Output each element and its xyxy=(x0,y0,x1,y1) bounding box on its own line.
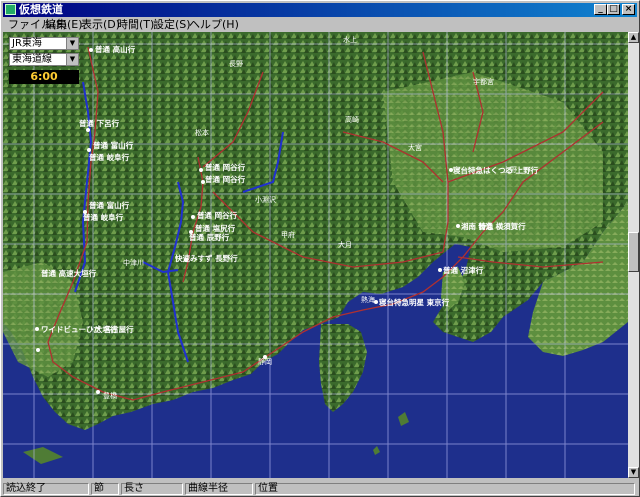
train-label[interactable]: 普通 塩尻行 xyxy=(195,223,236,233)
station-label: 熱海 xyxy=(361,295,375,304)
train-label[interactable]: 普通 横須賀行 xyxy=(478,221,526,231)
station-label: 静岡 xyxy=(258,357,272,366)
relief-map[interactable]: 普通 高山行 普通 下呂行 普通 富山行 普通 岐阜行 普通 富山行 普通 岐阜… xyxy=(3,32,628,478)
menu-settings[interactable]: 設定(S) xyxy=(153,18,191,31)
train-label[interactable]: 普通 富山行 xyxy=(93,140,134,150)
station-label: 松本 xyxy=(195,128,209,137)
train-label[interactable]: 寝台特急明星 東京行 xyxy=(379,297,450,307)
train-label[interactable]: 普通 沼津行 xyxy=(443,265,484,275)
status-section: 節 xyxy=(91,483,119,495)
station-label: 甲府 xyxy=(281,230,295,239)
status-length: 長さ xyxy=(121,483,183,495)
train-label[interactable]: 普通 下呂行 xyxy=(79,118,120,128)
status-position: 位置 xyxy=(255,483,635,495)
train-label[interactable]: 普通 辰野行 xyxy=(189,232,230,242)
train-label[interactable]: 普通 岐阜行 xyxy=(89,152,130,162)
line-select[interactable]: JR東海 ▼ xyxy=(9,37,79,50)
station-label: 豊橋 xyxy=(103,391,117,400)
route-select[interactable]: 東海道線 ▼ xyxy=(9,53,79,66)
train-label[interactable]: 快速みすず 長野行 xyxy=(175,253,238,263)
menu-bar: ファイル(F) 編集(E) 表示(D) 時間(T) 設定(S) ヘルプ(H) xyxy=(3,17,637,32)
train-label[interactable]: 大垣行 xyxy=(95,324,118,334)
train-label[interactable]: 普通 高山行 xyxy=(95,44,136,54)
chevron-down-icon[interactable]: ▼ xyxy=(66,54,78,65)
menu-edit[interactable]: 編集(E) xyxy=(45,18,83,31)
close-button[interactable]: × xyxy=(622,4,635,15)
station-label: 大宮 xyxy=(408,143,422,152)
menu-view[interactable]: 表示(D) xyxy=(81,18,120,31)
status-bar: 読込終了 節 長さ 曲線半径 位置 xyxy=(3,483,637,495)
train-label[interactable]: 普通 岡谷行 xyxy=(205,174,246,184)
scroll-up-button[interactable]: ▲ xyxy=(628,32,639,43)
line-select-value: JR東海 xyxy=(12,38,42,49)
minimize-button[interactable]: _ xyxy=(594,4,607,15)
menu-help[interactable]: ヘルプ(H) xyxy=(189,18,239,31)
status-message: 読込終了 xyxy=(3,483,89,495)
station-label: 水上 xyxy=(343,35,357,44)
station-label: 長野 xyxy=(229,60,243,68)
train-label[interactable]: 普通 富山行 xyxy=(89,200,130,210)
station-label: 小淵沢 xyxy=(255,195,276,204)
status-curve-radius: 曲線半径 xyxy=(185,483,253,495)
chevron-down-icon[interactable]: ▼ xyxy=(66,38,78,49)
title-bar[interactable]: 仮想鉄道 _ □ × xyxy=(3,3,637,17)
station-label: 上野 xyxy=(503,165,517,174)
train-label[interactable]: 普通 高速大垣行 xyxy=(41,268,97,278)
clock-display: 6:00 xyxy=(9,70,79,84)
station-label: 宇都宮 xyxy=(473,77,494,86)
window-title: 仮想鉄道 xyxy=(19,3,63,16)
app-window: 仮想鉄道 _ □ × ファイル(F) 編集(E) 表示(D) 時間(T) 設定(… xyxy=(0,0,640,497)
map-canvas[interactable]: 普通 高山行 普通 下呂行 普通 富山行 普通 岐阜行 普通 富山行 普通 岐阜… xyxy=(3,32,628,478)
menu-time[interactable]: 時間(T) xyxy=(117,18,154,31)
app-icon xyxy=(5,4,16,15)
train-label[interactable]: 寝台特急はくつる 上野行 xyxy=(453,165,539,175)
station-label: 大月 xyxy=(338,240,352,249)
maximize-button[interactable]: □ xyxy=(607,4,620,15)
vertical-scrollbar[interactable]: ▲ ▼ xyxy=(628,32,639,478)
train-label[interactable]: 普通 岡谷行 xyxy=(205,162,246,172)
station-label: 中津川 xyxy=(123,258,144,267)
scroll-down-button[interactable]: ▼ xyxy=(628,467,639,478)
route-select-value: 東海道線 xyxy=(12,54,52,65)
train-label[interactable]: 普通 岐阜行 xyxy=(83,212,124,222)
train-label[interactable]: 普通 岡谷行 xyxy=(197,210,238,220)
train-label[interactable]: ワイドビューひだ 名古屋行 xyxy=(41,324,134,334)
scroll-thumb[interactable] xyxy=(628,232,639,272)
station-label: 高崎 xyxy=(345,115,359,124)
